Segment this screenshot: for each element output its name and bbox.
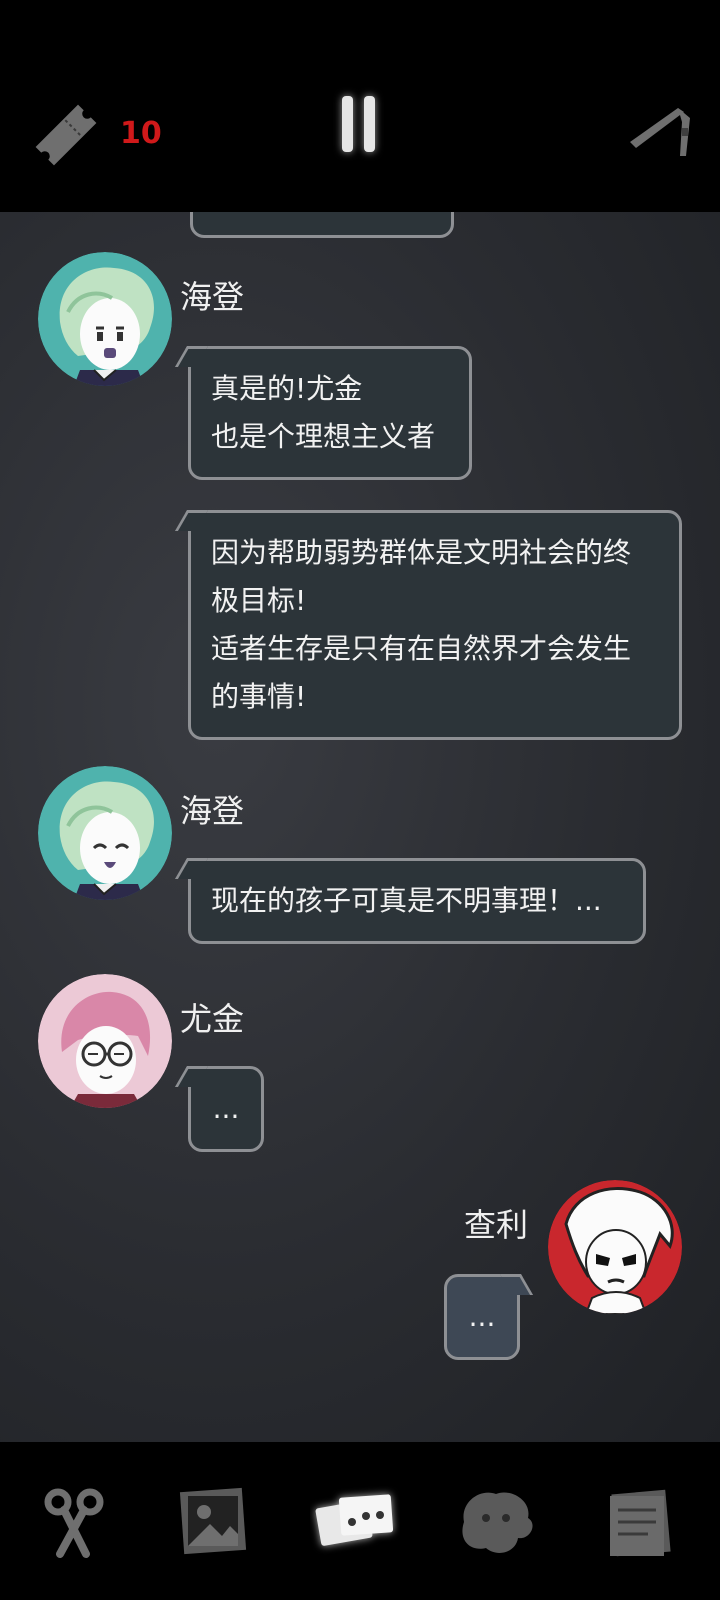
message-bubble[interactable]: 现在的孩子可真是不明事理！... [188,858,646,944]
game-screen: 10 海登 真是的!尤金 也是个理想主义者 因为帮助弱势群体是文明社会的终 极目… [0,0,720,1600]
tweezers-icon [630,108,690,156]
documents-button[interactable] [596,1482,686,1562]
scissors-icon [44,1488,104,1558]
photo-button[interactable] [168,1482,258,1562]
chat-area[interactable]: 海登 真是的!尤金 也是个理想主义者 因为帮助弱势群体是文明社会的终 极目标! … [0,212,720,1442]
pause-button[interactable] [340,96,380,156]
charlie-avatar[interactable] [548,1180,682,1314]
scissors-button[interactable] [28,1482,118,1562]
message-bubble[interactable]: ... [188,1066,264,1152]
speaker-name: 海登 [180,792,245,830]
speaker-name: 查利 [464,1206,529,1244]
eugene-avatar[interactable] [38,974,172,1108]
pause-icon [342,96,353,152]
message-line: 也是个理想主义者 [211,420,436,453]
message-line: 真是的!尤金 [211,372,363,405]
chat-button[interactable] [310,1482,400,1562]
creature-icon [462,1492,533,1553]
previous-message-bubble [190,212,454,238]
message-line: 因为帮助弱势群体是文明社会的终 [211,536,632,569]
message-bubble[interactable]: 因为帮助弱势群体是文明社会的终 极目标! 适者生存是只有在自然界才会发生 的事情… [188,510,682,740]
message-line: 适者生存是只有在自然界才会发生 [211,632,632,665]
message-bubble[interactable]: 真是的!尤金 也是个理想主义者 [188,346,472,480]
documents-icon [610,1489,671,1557]
hayden-avatar[interactable] [38,766,172,900]
message-line: 现在的孩子可真是不明事理！... [211,884,602,917]
chat-cards-icon [315,1494,394,1546]
message-bubble[interactable]: ... [444,1274,520,1360]
message-line: 极目标! [211,584,307,617]
hayden-avatar[interactable] [38,252,172,386]
speaker-name: 海登 [180,278,245,316]
top-bar: 10 [0,0,720,212]
message-line: 的事情! [211,680,307,713]
pause-icon-bar [364,96,375,152]
message-line: ... [468,1300,496,1333]
creature-button[interactable] [450,1482,540,1562]
message-line: ... [212,1092,240,1125]
tweezers-button[interactable] [624,98,698,168]
photo-icon [179,1487,247,1555]
ticket-icon[interactable] [26,96,106,174]
ticket-count: 10 [120,116,162,151]
speaker-name: 尤金 [180,1000,245,1038]
bottom-bar [0,1442,720,1600]
